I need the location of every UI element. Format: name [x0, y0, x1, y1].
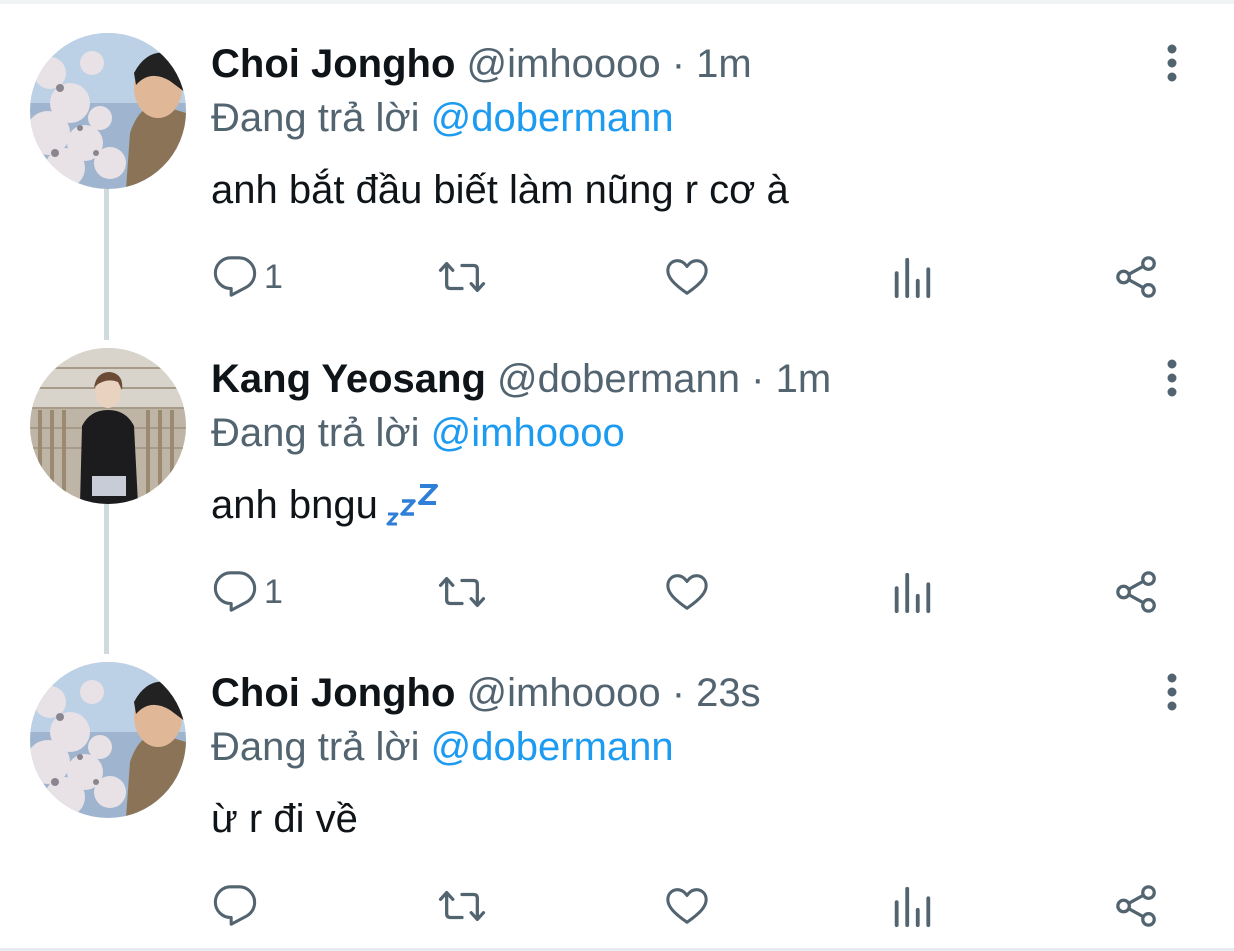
tweet-header: Kang Yeosang @dobermann · 1m — [211, 354, 831, 404]
tweet-text: anh bắt đầu biết làm nũng r cơ à — [211, 168, 789, 212]
reply-button[interactable]: 1 — [212, 568, 283, 616]
retweet-icon — [438, 261, 486, 293]
like-button[interactable] — [663, 882, 711, 930]
reply-to-handle[interactable]: @dobermann — [431, 96, 674, 140]
tweet-actions: 1 — [0, 253, 1234, 301]
user-handle[interactable]: @imhoooo — [467, 671, 661, 715]
like-icon — [666, 259, 708, 295]
tweet-header: Choi Jongho @imhoooo · 1m — [211, 39, 752, 89]
reply-count: 1 — [264, 258, 283, 296]
like-icon — [666, 888, 708, 924]
views-icon — [894, 886, 931, 928]
tweet-text-body: anh bngu — [211, 483, 378, 527]
share-icon — [1116, 885, 1156, 927]
more-options-button[interactable] — [1150, 670, 1194, 714]
retweet-icon — [438, 890, 486, 922]
tweet-text: ừ r đi về — [211, 797, 358, 841]
tweet[interactable]: Kang Yeosang @dobermann · 1m Đang trả lờ… — [0, 320, 1234, 635]
tweet[interactable]: Choi Jongho @imhoooo · 1m Đang trả lời @… — [0, 5, 1234, 320]
reply-to-handle[interactable]: @imhoooo — [431, 411, 625, 455]
tweet[interactable]: Choi Jongho @imhoooo · 23s Đang trả lời … — [0, 634, 1234, 949]
share-button[interactable] — [1114, 568, 1160, 616]
more-vertical-icon — [1167, 44, 1177, 82]
retweet-button[interactable] — [436, 568, 488, 616]
display-name[interactable]: Choi Jongho — [211, 671, 455, 715]
views-button[interactable] — [890, 253, 934, 301]
user-handle[interactable]: @imhoooo — [467, 42, 661, 86]
avatar-photo — [30, 348, 186, 504]
reply-button[interactable]: 1 — [212, 253, 283, 301]
views-icon — [894, 257, 931, 299]
more-vertical-icon — [1167, 359, 1177, 397]
reply-context: Đang trả lời @imhoooo — [211, 408, 625, 458]
reply-button[interactable] — [212, 882, 264, 930]
more-vertical-icon — [1167, 673, 1177, 711]
top-divider — [0, 0, 1234, 4]
separator-dot: · — [671, 42, 686, 86]
zzz-emoji-icon — [386, 484, 438, 526]
views-icon — [894, 572, 931, 614]
reply-context: Đang trả lời @dobermann — [211, 93, 674, 143]
separator-dot: · — [671, 671, 686, 715]
reply-prefix: Đang trả lời — [211, 411, 420, 455]
timestamp[interactable]: 23s — [696, 671, 761, 715]
separator-dot: · — [751, 357, 765, 401]
avatar[interactable] — [30, 348, 186, 504]
tweet-text: anh bngu — [211, 480, 440, 530]
display-name[interactable]: Kang Yeosang — [211, 357, 486, 401]
timestamp[interactable]: 1m — [776, 357, 832, 401]
tweet-actions: 1 — [0, 568, 1234, 616]
views-button[interactable] — [890, 882, 934, 930]
tweet-header: Choi Jongho @imhoooo · 23s — [211, 668, 761, 718]
share-icon — [1116, 571, 1156, 613]
more-options-button[interactable] — [1150, 356, 1194, 400]
retweet-button[interactable] — [436, 882, 488, 930]
reply-prefix: Đang trả lời — [211, 96, 420, 140]
display-name[interactable]: Choi Jongho — [211, 42, 455, 86]
share-button[interactable] — [1114, 882, 1160, 930]
reply-icon — [213, 256, 257, 297]
tweet-actions — [0, 882, 1234, 930]
reply-icon — [213, 571, 257, 612]
avatar-photo — [30, 33, 186, 189]
timestamp[interactable]: 1m — [696, 42, 752, 86]
retweet-icon — [438, 576, 486, 608]
reply-to-handle[interactable]: @dobermann — [431, 725, 674, 769]
reply-icon — [213, 885, 257, 926]
like-button[interactable] — [663, 253, 711, 301]
like-button[interactable] — [663, 568, 711, 616]
retweet-button[interactable] — [436, 253, 488, 301]
share-icon — [1116, 256, 1156, 298]
views-button[interactable] — [890, 568, 934, 616]
share-button[interactable] — [1114, 253, 1160, 301]
like-icon — [666, 574, 708, 610]
more-options-button[interactable] — [1150, 41, 1194, 85]
avatar-photo — [30, 662, 186, 818]
avatar[interactable] — [30, 33, 186, 189]
reply-prefix: Đang trả lời — [211, 725, 420, 769]
user-handle[interactable]: @dobermann — [497, 357, 740, 401]
reply-count: 1 — [264, 573, 283, 611]
avatar[interactable] — [30, 662, 186, 818]
reply-context: Đang trả lời @dobermann — [211, 722, 674, 772]
